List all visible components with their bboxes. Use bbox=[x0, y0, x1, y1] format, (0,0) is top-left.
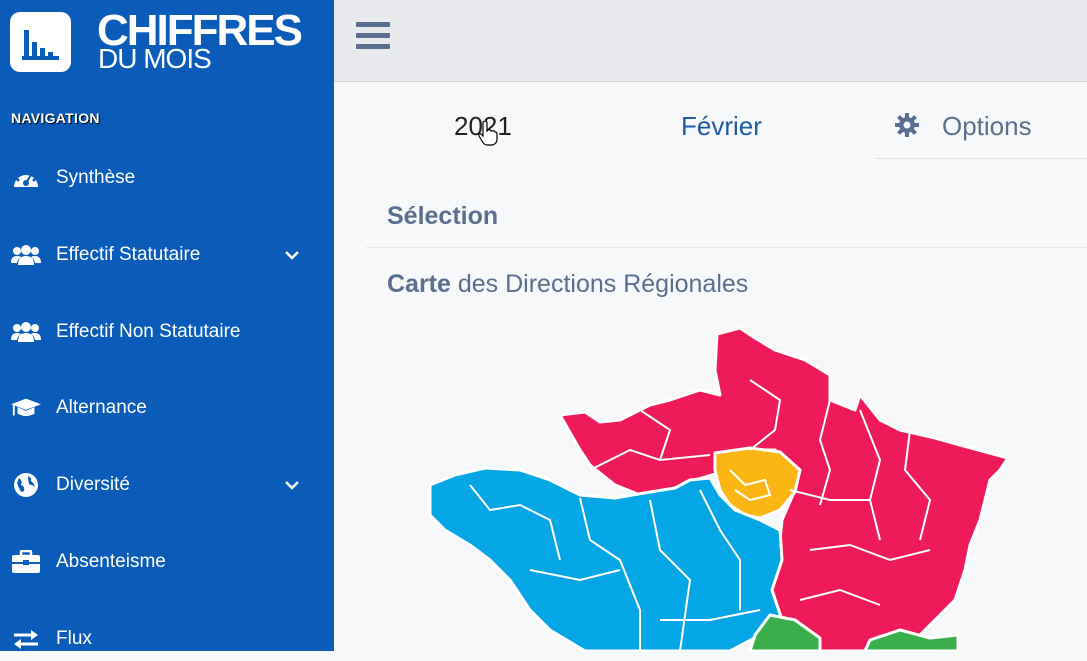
gear-icon bbox=[895, 113, 919, 137]
regions-map bbox=[428, 326, 1010, 651]
nav-item-label: Alternance bbox=[56, 397, 147, 418]
sidebar: CHIFFRES DU MOIS NAVIGATION Synthèse Eff… bbox=[0, 0, 334, 651]
nav-item-label: Flux bbox=[56, 628, 92, 649]
divider bbox=[366, 247, 1087, 248]
nav-item-synthese[interactable]: Synthèse bbox=[0, 156, 334, 200]
nav-item-label: Diversité bbox=[56, 474, 130, 495]
hand-cursor-icon bbox=[478, 121, 498, 146]
map-title: Carte des Directions Régionales bbox=[387, 270, 748, 299]
exchange-icon bbox=[11, 627, 41, 651]
map-title-bold: Carte bbox=[387, 270, 451, 298]
nav-item-flux[interactable]: Flux bbox=[0, 617, 334, 661]
month-selector[interactable]: Février bbox=[681, 111, 762, 142]
app-logo[interactable] bbox=[10, 12, 71, 72]
options-label: Options bbox=[942, 111, 1032, 141]
users-icon bbox=[11, 243, 41, 267]
map-title-rest: des Directions Régionales bbox=[450, 270, 749, 298]
nav-item-effectif-statutaire[interactable]: Effectif Statutaire bbox=[0, 233, 334, 277]
nav-item-effectif-non-statutaire[interactable]: Effectif Non Statutaire bbox=[0, 310, 334, 354]
brand-subtitle: DU MOIS bbox=[98, 43, 212, 74]
menu-toggle-icon[interactable] bbox=[356, 22, 390, 52]
options-tab[interactable]: Options bbox=[874, 98, 1087, 159]
briefcase-icon bbox=[11, 550, 41, 574]
nav-item-label: Absenteisme bbox=[56, 551, 166, 572]
nav-item-label: Synthèse bbox=[56, 167, 136, 188]
nav-item-diversite[interactable]: Diversité bbox=[0, 463, 334, 507]
globe-icon bbox=[11, 473, 41, 497]
selection-title: Sélection bbox=[387, 202, 499, 230]
nav-item-label: Effectif Non Statutaire bbox=[56, 321, 241, 342]
navigation-title: NAVIGATION bbox=[11, 110, 100, 126]
users-icon bbox=[11, 320, 41, 344]
nav-item-alternance[interactable]: Alternance bbox=[0, 386, 334, 430]
bar-chart-icon bbox=[22, 30, 59, 60]
dashboard-icon bbox=[11, 166, 41, 190]
chevron-down-icon[interactable] bbox=[284, 477, 300, 493]
nav-item-absenteisme[interactable]: Absenteisme bbox=[0, 540, 334, 584]
graduation-cap-icon bbox=[11, 396, 41, 420]
top-bar bbox=[334, 0, 1087, 82]
chevron-down-icon[interactable] bbox=[284, 247, 300, 263]
nav-item-label: Effectif Statutaire bbox=[56, 244, 201, 265]
